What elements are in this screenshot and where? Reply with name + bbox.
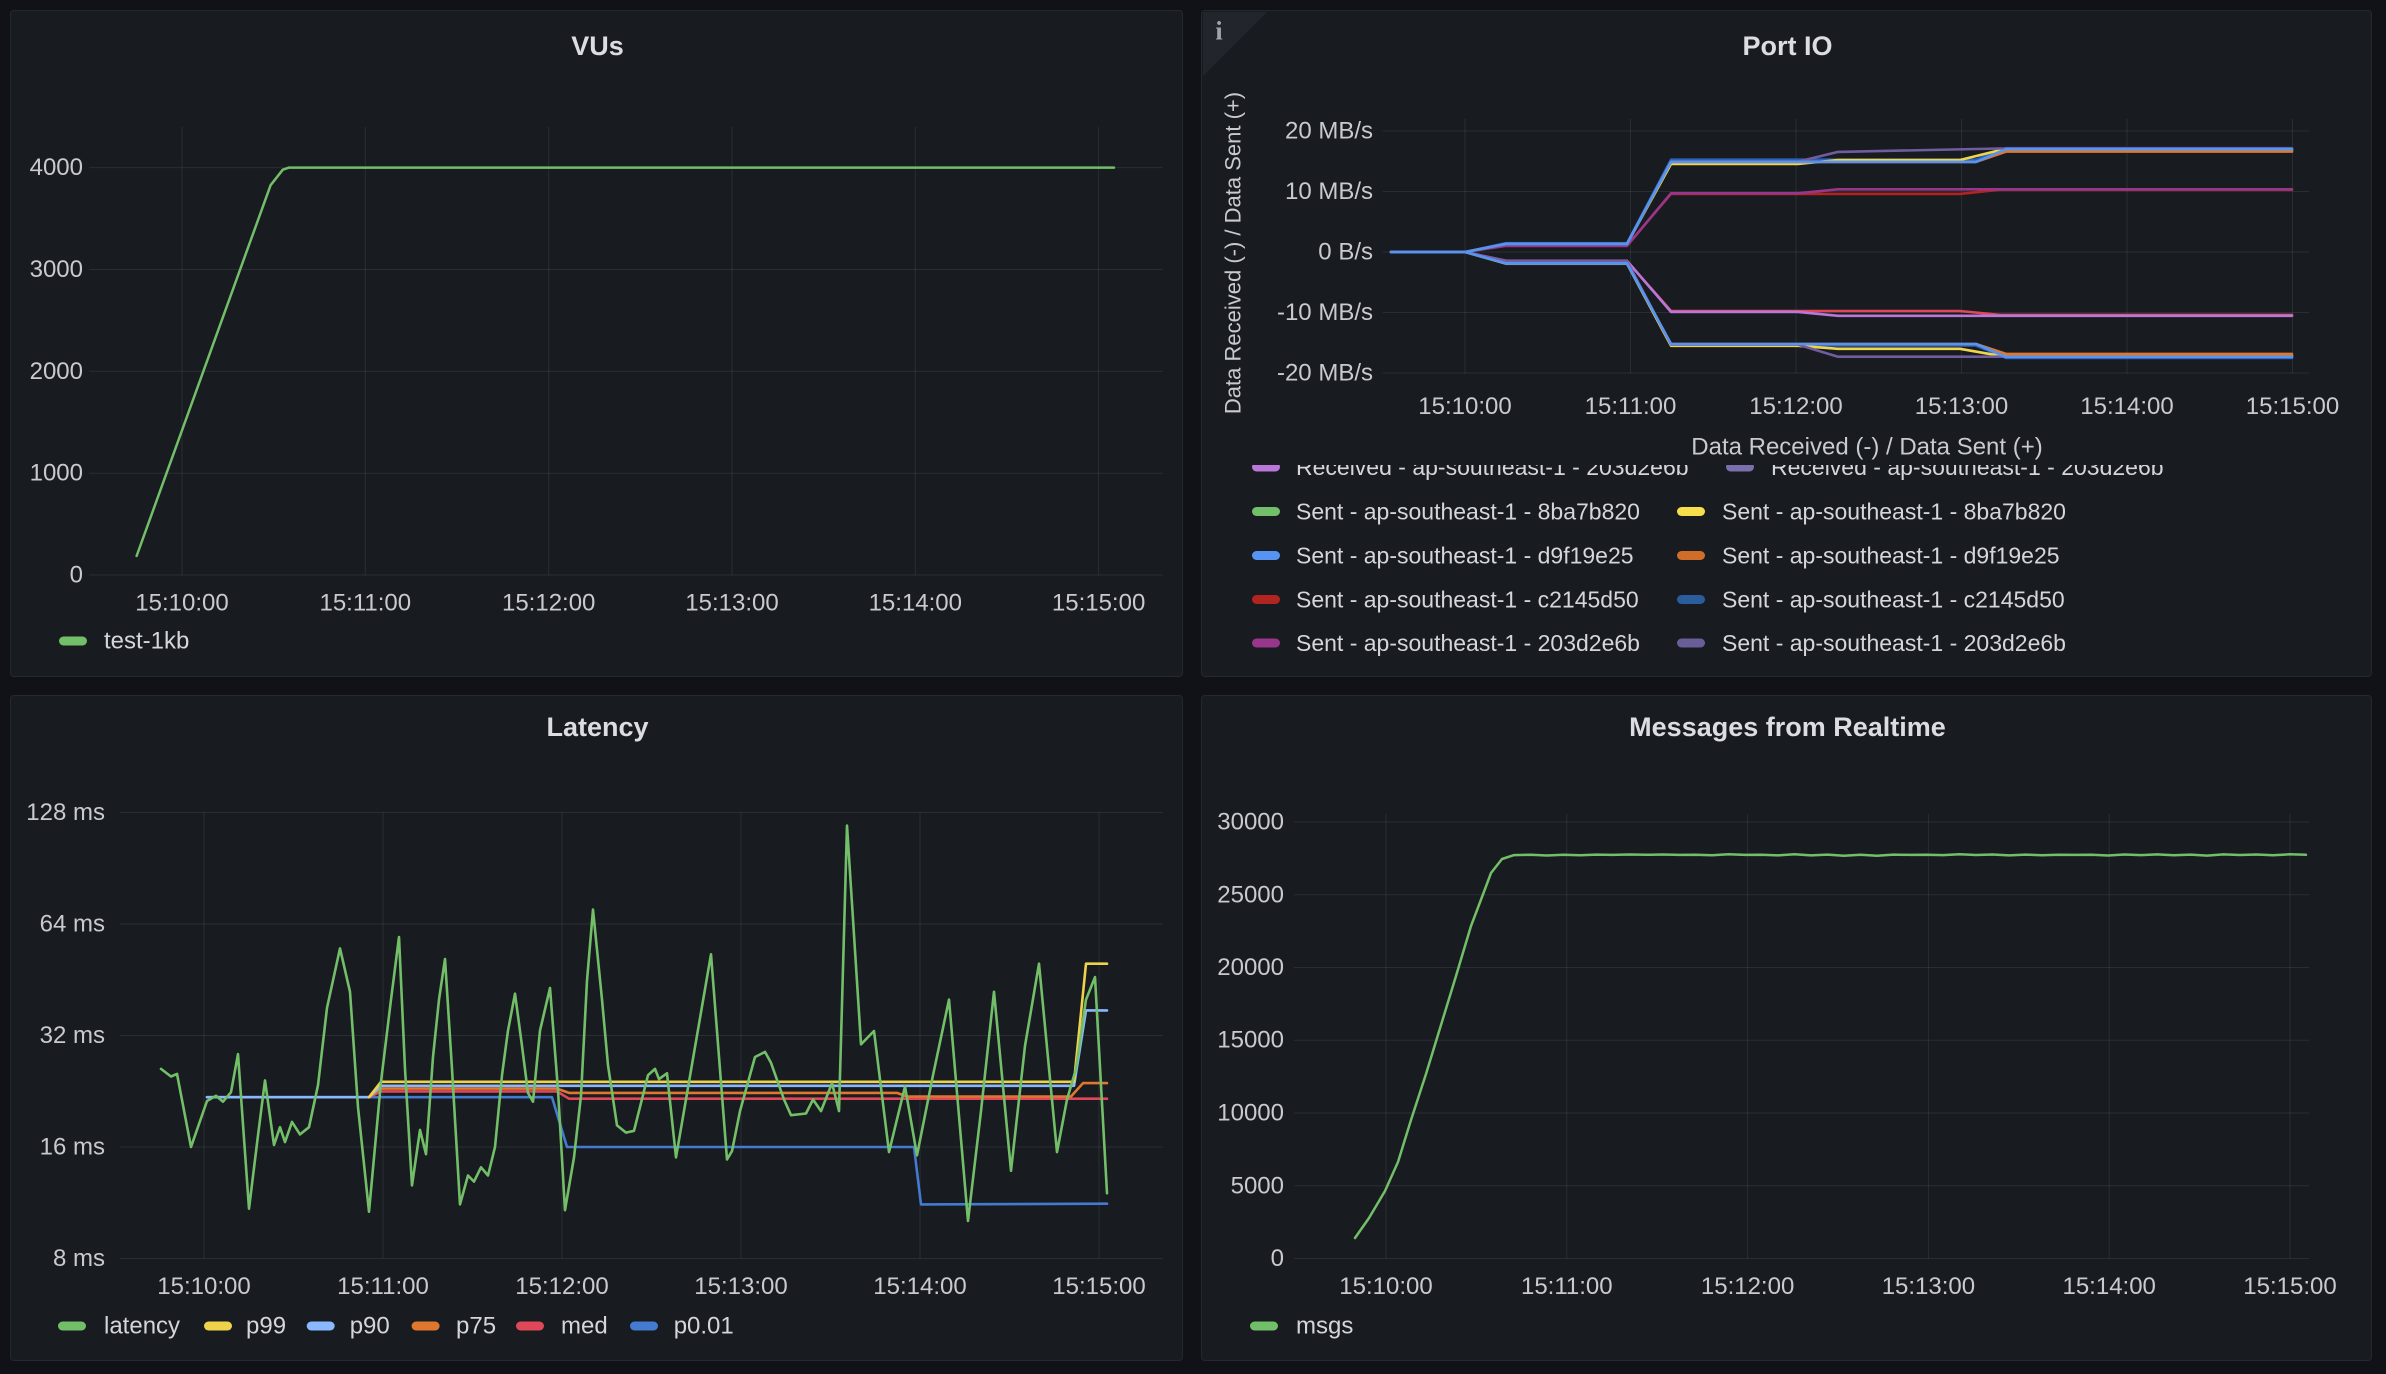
svg-text:15:11:00: 15:11:00 bbox=[319, 590, 411, 617]
svg-text:VUs: VUs bbox=[571, 31, 624, 61]
svg-text:15:12:00: 15:12:00 bbox=[1749, 393, 1842, 420]
svg-text:15:13:00: 15:13:00 bbox=[685, 590, 778, 617]
svg-text:15:14:00: 15:14:00 bbox=[869, 590, 962, 617]
svg-text:p0.01: p0.01 bbox=[674, 1313, 734, 1340]
svg-text:Data Received (-) / Data Sent: Data Received (-) / Data Sent (+) bbox=[1691, 434, 2042, 461]
svg-text:0: 0 bbox=[1271, 1245, 1284, 1272]
svg-text:15:12:00: 15:12:00 bbox=[502, 590, 595, 617]
svg-text:p99: p99 bbox=[246, 1313, 286, 1340]
svg-text:15:10:00: 15:10:00 bbox=[1418, 393, 1511, 420]
svg-text:0: 0 bbox=[70, 562, 83, 589]
svg-text:15:11:00: 15:11:00 bbox=[1521, 1273, 1613, 1300]
svg-text:Sent - ap-southeast-1 - c2145d: Sent - ap-southeast-1 - c2145d50 bbox=[1722, 587, 2065, 613]
svg-text:30000: 30000 bbox=[1217, 809, 1284, 836]
svg-text:0 B/s: 0 B/s bbox=[1318, 239, 1373, 266]
svg-text:Sent - ap-southeast-1 - 203d2e: Sent - ap-southeast-1 - 203d2e6b bbox=[1296, 630, 1640, 656]
svg-text:4000: 4000 bbox=[30, 154, 83, 181]
svg-text:i: i bbox=[1215, 17, 1222, 46]
svg-text:Sent - ap-southeast-1 - d9f19e: Sent - ap-southeast-1 - d9f19e25 bbox=[1722, 543, 2060, 569]
svg-text:15:13:00: 15:13:00 bbox=[1915, 393, 2008, 420]
svg-text:15:13:00: 15:13:00 bbox=[694, 1273, 787, 1300]
svg-text:1000: 1000 bbox=[30, 460, 83, 487]
svg-text:test-1kb: test-1kb bbox=[104, 628, 189, 655]
svg-text:3000: 3000 bbox=[30, 256, 83, 283]
svg-text:15:15:00: 15:15:00 bbox=[1052, 590, 1145, 617]
svg-text:p90: p90 bbox=[350, 1313, 390, 1340]
svg-text:15000: 15000 bbox=[1217, 1027, 1284, 1054]
svg-text:15:10:00: 15:10:00 bbox=[135, 590, 228, 617]
svg-text:16 ms: 16 ms bbox=[40, 1134, 105, 1161]
svg-text:-10 MB/s: -10 MB/s bbox=[1277, 299, 1373, 326]
svg-text:p75: p75 bbox=[456, 1313, 496, 1340]
svg-text:Sent - ap-southeast-1 - 8ba7b8: Sent - ap-southeast-1 - 8ba7b820 bbox=[1722, 499, 2066, 525]
svg-text:15:15:00: 15:15:00 bbox=[2243, 1273, 2336, 1300]
svg-text:-20 MB/s: -20 MB/s bbox=[1277, 360, 1373, 387]
svg-text:15:11:00: 15:11:00 bbox=[337, 1273, 429, 1300]
svg-text:15:10:00: 15:10:00 bbox=[157, 1273, 250, 1300]
svg-text:25000: 25000 bbox=[1217, 881, 1284, 908]
svg-text:64 ms: 64 ms bbox=[40, 911, 105, 938]
svg-text:10000: 10000 bbox=[1217, 1100, 1284, 1127]
svg-text:15:12:00: 15:12:00 bbox=[1701, 1273, 1794, 1300]
svg-text:20 MB/s: 20 MB/s bbox=[1285, 118, 1373, 145]
svg-text:Latency: Latency bbox=[546, 712, 648, 742]
svg-text:Messages from Realtime: Messages from Realtime bbox=[1629, 712, 1946, 742]
svg-text:15:12:00: 15:12:00 bbox=[515, 1273, 608, 1300]
svg-text:32 ms: 32 ms bbox=[40, 1022, 105, 1049]
svg-text:128 ms: 128 ms bbox=[26, 799, 105, 826]
svg-text:15:14:00: 15:14:00 bbox=[2062, 1273, 2155, 1300]
svg-text:Sent - ap-southeast-1 - 8ba7b8: Sent - ap-southeast-1 - 8ba7b820 bbox=[1296, 499, 1640, 525]
svg-text:20000: 20000 bbox=[1217, 954, 1284, 981]
svg-text:15:13:00: 15:13:00 bbox=[1882, 1273, 1975, 1300]
svg-text:Sent - ap-southeast-1 - 203d2e: Sent - ap-southeast-1 - 203d2e6b bbox=[1722, 630, 2066, 656]
svg-text:15:11:00: 15:11:00 bbox=[1585, 393, 1677, 420]
svg-text:Data Received (-) / Data Sent: Data Received (-) / Data Sent (+) bbox=[1221, 92, 1246, 414]
svg-text:msgs: msgs bbox=[1296, 1313, 1353, 1340]
svg-text:med: med bbox=[561, 1313, 608, 1340]
svg-text:Port IO: Port IO bbox=[1742, 31, 1832, 61]
svg-text:15:15:00: 15:15:00 bbox=[1052, 1273, 1145, 1300]
svg-text:Received - ap-southeast-1 - 20: Received - ap-southeast-1 - 203d2e6b bbox=[1296, 454, 1689, 480]
svg-text:10 MB/s: 10 MB/s bbox=[1285, 178, 1373, 205]
svg-text:Sent - ap-southeast-1 - d9f19e: Sent - ap-southeast-1 - d9f19e25 bbox=[1296, 543, 1634, 569]
svg-text:15:14:00: 15:14:00 bbox=[873, 1273, 966, 1300]
svg-text:15:14:00: 15:14:00 bbox=[2080, 393, 2173, 420]
svg-text:2000: 2000 bbox=[30, 358, 83, 385]
svg-text:15:10:00: 15:10:00 bbox=[1339, 1273, 1432, 1300]
svg-text:5000: 5000 bbox=[1231, 1172, 1284, 1199]
svg-text:latency: latency bbox=[104, 1313, 180, 1340]
svg-text:8 ms: 8 ms bbox=[53, 1245, 105, 1272]
svg-text:15:15:00: 15:15:00 bbox=[2246, 393, 2339, 420]
svg-text:Sent - ap-southeast-1 - c2145d: Sent - ap-southeast-1 - c2145d50 bbox=[1296, 587, 1639, 613]
